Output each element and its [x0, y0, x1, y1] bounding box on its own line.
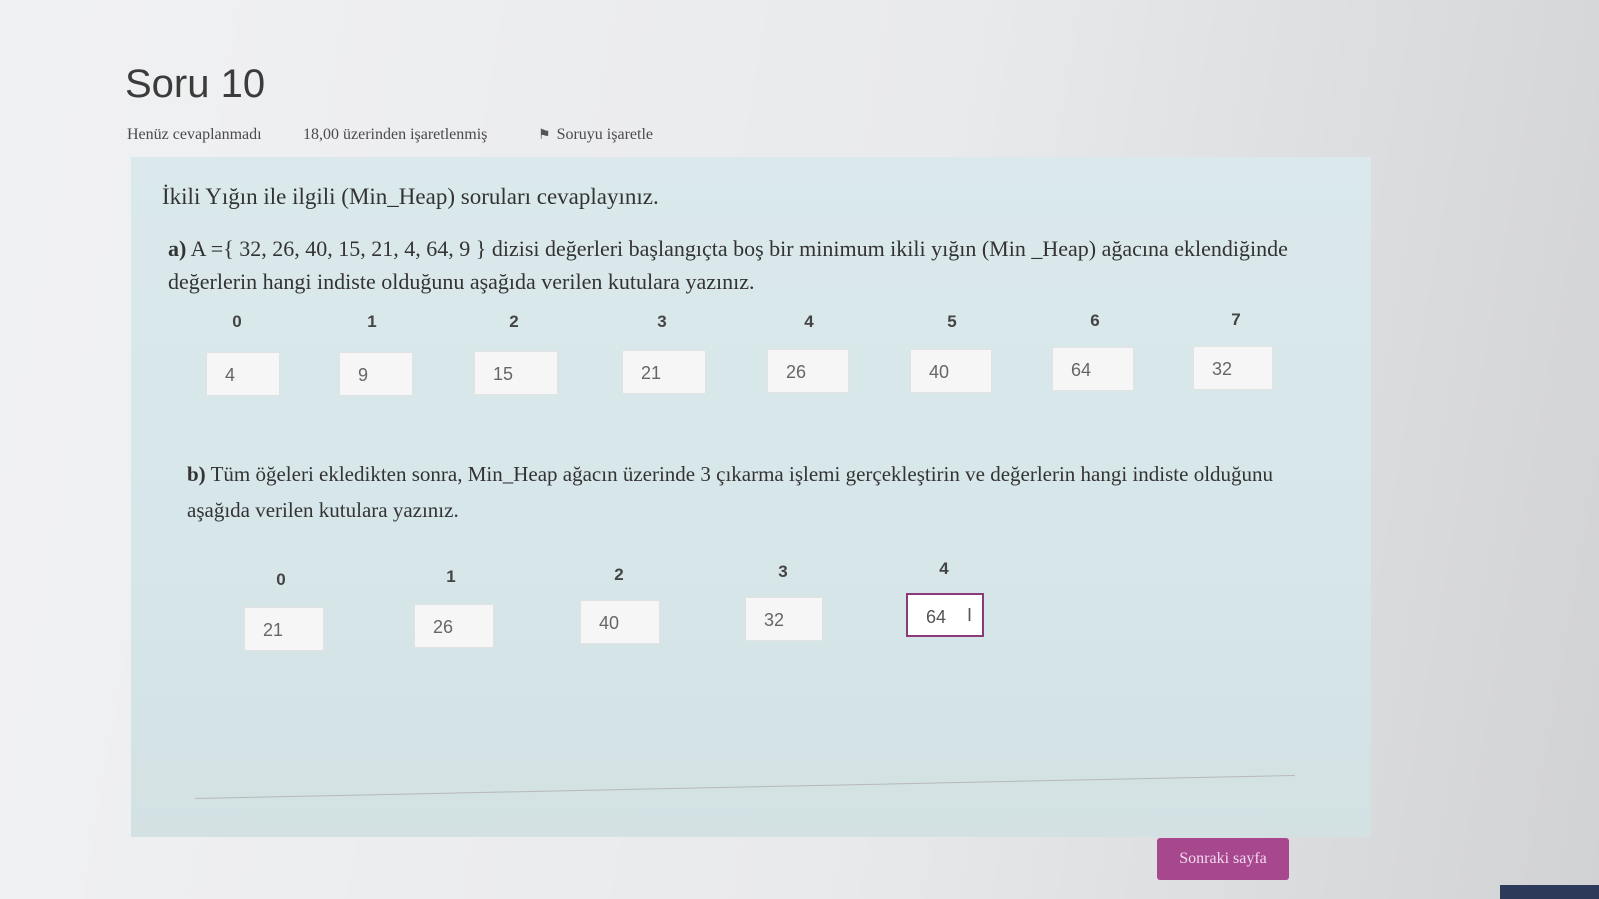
a-index-3: 3 [657, 312, 667, 331]
b-answer-box-1[interactable]: 26 [414, 604, 494, 648]
flag-question-label: Soruyu işaretle [556, 126, 653, 143]
b-index-1: 1 [446, 567, 456, 586]
b-answer-box-0[interactable]: 21 [244, 607, 324, 651]
b-index-4: 4 [939, 559, 949, 578]
b-answer-box-4[interactable]: 64 I [906, 593, 984, 637]
b-index-2: 2 [614, 565, 624, 584]
a-index-2: 2 [509, 312, 519, 331]
page-title: Soru 10 [125, 62, 266, 106]
b-index-3: 3 [778, 562, 788, 581]
part-a-body: A ={ 32, 26, 40, 15, 21, 4, 64, 9 } dizi… [168, 236, 1288, 294]
text-cursor-icon: I [966, 605, 972, 625]
a-answer-box-3[interactable]: 21 [622, 350, 706, 394]
a-index-6: 6 [1090, 311, 1100, 330]
question-grade: 18,00 üzerinden işaretlenmiş [303, 126, 488, 143]
a-answer-box-7[interactable]: 32 [1193, 346, 1273, 390]
a-index-1: 1 [367, 312, 377, 331]
part-b-label: b) [187, 462, 206, 486]
a-answer-box-2[interactable]: 15 [474, 351, 558, 395]
part-a-text: a) A ={ 32, 26, 40, 15, 21, 4, 64, 9 } d… [168, 232, 1288, 298]
flag-question-link[interactable]: ⚑ Soruyu işaretle [538, 126, 653, 144]
a-index-5: 5 [947, 312, 957, 331]
b-index-0: 0 [276, 570, 286, 589]
part-b-body: Tüm öğeleri ekledikten sonra, Min_Heap a… [187, 462, 1274, 522]
flag-icon: ⚑ [538, 128, 551, 143]
b-answer-box-2[interactable]: 40 [580, 600, 660, 644]
a-index-7: 7 [1231, 310, 1241, 329]
a-answer-box-6[interactable]: 64 [1052, 347, 1134, 391]
question-intro: İkili Yığın ile ilgili (Min_Heap) sorula… [162, 184, 659, 209]
b-answer-box-3[interactable]: 32 [745, 597, 823, 641]
a-answer-box-0[interactable]: 4 [206, 352, 280, 396]
a-answer-box-4[interactable]: 26 [767, 349, 849, 393]
question-status: Henüz cevaplanmadı [127, 126, 262, 143]
part-b-text: b) Tüm öğeleri ekledikten sonra, Min_Hea… [187, 456, 1297, 528]
a-answer-box-5[interactable]: 40 [910, 349, 992, 393]
a-index-0: 0 [232, 312, 242, 331]
part-a-label: a) [168, 236, 187, 261]
taskbar-edge [1500, 885, 1599, 899]
a-index-4: 4 [804, 312, 814, 331]
b-answer-value-4: 64 [926, 607, 947, 627]
next-page-button[interactable]: Sonraki sayfa [1157, 838, 1289, 880]
a-answer-box-1[interactable]: 9 [339, 352, 413, 396]
